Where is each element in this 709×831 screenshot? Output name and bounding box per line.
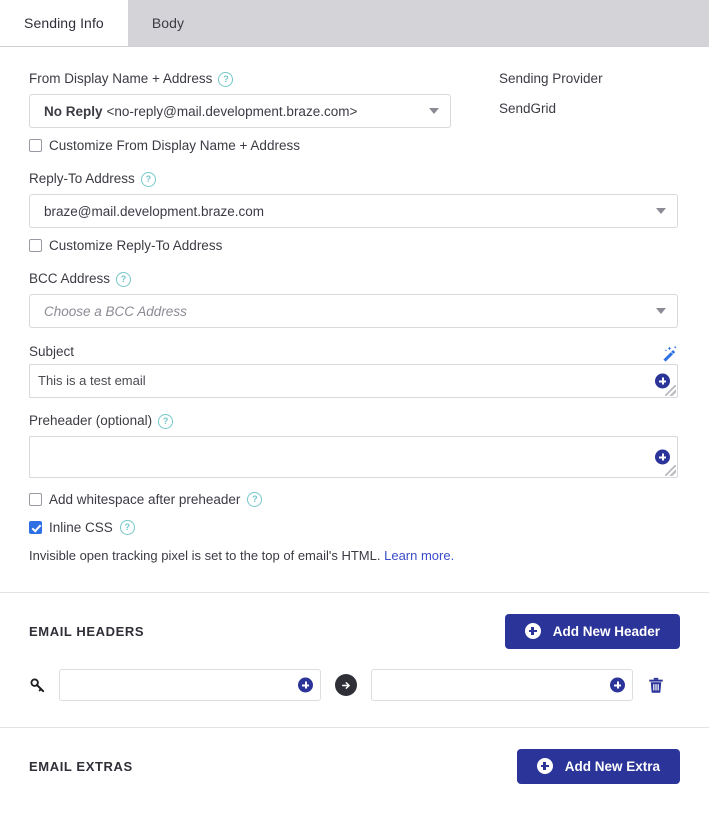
tab-sending-info[interactable]: Sending Info — [0, 0, 128, 46]
tab-sending-info-label: Sending Info — [24, 15, 104, 31]
sending-provider-label: Sending Provider — [499, 71, 603, 86]
email-header-key-input[interactable] — [59, 669, 321, 701]
preheader-resize-handle[interactable] — [665, 465, 676, 476]
email-extras-title: EMAIL EXTRAS — [29, 758, 133, 774]
tracking-pixel-note-text: Invisible open tracking pixel is set to … — [29, 548, 381, 563]
learn-more-link[interactable]: Learn more. — [384, 548, 454, 563]
header-value-add-personalization-icon[interactable] — [610, 677, 625, 693]
form-top-columns: From Display Name + Address ? No Reply <… — [29, 71, 680, 564]
customize-reply-to-checkbox[interactable] — [29, 239, 42, 252]
add-whitespace-row[interactable]: Add whitespace after preheader ? — [29, 492, 479, 507]
arrow-right-circle — [335, 674, 357, 696]
bcc-address-select[interactable]: Choose a BCC Address — [29, 294, 678, 328]
customize-reply-to-label[interactable]: Customize Reply-To Address — [49, 238, 222, 253]
from-display-name-select[interactable]: No Reply <no-reply@mail.development.braz… — [29, 94, 451, 128]
email-header-row — [29, 669, 680, 727]
inline-css-checkbox[interactable] — [29, 521, 42, 534]
help-icon[interactable]: ? — [116, 271, 132, 287]
delete-header-button[interactable] — [633, 676, 679, 695]
arrow-right-icon — [321, 674, 371, 696]
subject-label-text: Subject — [29, 344, 75, 359]
plus-icon — [536, 758, 553, 774]
email-headers-header: EMAIL HEADERS Add New Header — [29, 593, 680, 669]
email-headers-title: EMAIL HEADERS — [29, 623, 145, 639]
reply-to-value: braze@mail.development.braze.com — [44, 203, 265, 219]
inline-css-row[interactable]: Inline CSS ? — [29, 520, 479, 535]
header-key-add-personalization-icon[interactable] — [298, 677, 313, 693]
plus-icon — [524, 623, 541, 639]
sending-info-form: From Display Name + Address ? No Reply <… — [0, 47, 709, 564]
help-icon[interactable]: ? — [247, 492, 263, 507]
preheader-label: Preheader (optional) ? — [29, 413, 479, 429]
tracking-pixel-note: Invisible open tracking pixel is set to … — [29, 548, 479, 564]
form-left-column: From Display Name + Address ? No Reply <… — [29, 71, 678, 564]
add-new-header-label: Add New Header — [552, 623, 660, 639]
add-whitespace-label[interactable]: Add whitespace after preheader — [49, 492, 240, 507]
customize-from-row[interactable]: Customize From Display Name + Address — [29, 138, 479, 153]
inline-css-label[interactable]: Inline CSS — [49, 520, 113, 535]
tab-body[interactable]: Body — [128, 0, 208, 46]
help-icon[interactable]: ? — [140, 171, 156, 187]
preheader-input-wrapper[interactable] — [29, 436, 678, 478]
customize-from-label[interactable]: Customize From Display Name + Address — [49, 138, 300, 153]
subject-label: Subject — [29, 344, 74, 360]
tab-bar: Sending Info Body — [0, 0, 709, 47]
key-icon — [29, 677, 59, 694]
add-new-extra-label: Add New Extra — [564, 758, 660, 774]
help-icon[interactable]: ? — [158, 413, 174, 429]
chevron-down-icon — [656, 308, 666, 314]
reply-to-label: Reply-To Address ? — [29, 171, 479, 187]
from-display-name-label-text: From Display Name + Address — [29, 71, 213, 86]
reply-to-label-text: Reply-To Address — [29, 171, 135, 186]
subject-resize-handle[interactable] — [665, 385, 676, 396]
sending-provider-value: SendGrid — [499, 101, 557, 116]
chevron-down-icon — [656, 208, 666, 214]
bcc-address-label: BCC Address ? — [29, 271, 479, 287]
customize-from-checkbox[interactable] — [29, 139, 42, 152]
bcc-address-placeholder: Choose a BCC Address — [44, 303, 187, 319]
reply-to-select[interactable]: braze@mail.development.braze.com — [29, 194, 678, 228]
add-whitespace-checkbox[interactable] — [29, 493, 42, 506]
subject-input-wrapper[interactable]: This is a test email — [29, 364, 678, 398]
chevron-down-icon — [429, 108, 439, 114]
email-header-value-input[interactable] — [371, 669, 633, 701]
help-icon[interactable]: ? — [119, 520, 135, 535]
add-new-extra-button[interactable]: Add New Extra — [516, 748, 680, 784]
email-headers-section: EMAIL HEADERS Add New Header — [0, 593, 709, 727]
from-display-name-value: No Reply — [44, 103, 103, 119]
preheader-add-personalization-icon[interactable] — [655, 449, 670, 465]
subject-input[interactable]: This is a test email — [30, 365, 677, 397]
preheader-input[interactable] — [30, 437, 677, 477]
help-icon[interactable]: ? — [218, 71, 234, 87]
tab-body-label: Body — [151, 15, 185, 31]
customize-reply-to-row[interactable]: Customize Reply-To Address — [29, 238, 479, 253]
from-address-value: <no-reply@mail.development.braze.com> — [106, 103, 358, 119]
preheader-label-text: Preheader (optional) — [29, 413, 153, 428]
from-display-name-label: From Display Name + Address ? — [29, 71, 479, 87]
email-extras-section: EMAIL EXTRAS Add New Extra — [0, 728, 709, 804]
add-new-header-button[interactable]: Add New Header — [504, 613, 680, 649]
email-extras-header: EMAIL EXTRAS Add New Extra — [29, 728, 680, 804]
bcc-address-label-text: BCC Address — [29, 271, 111, 286]
